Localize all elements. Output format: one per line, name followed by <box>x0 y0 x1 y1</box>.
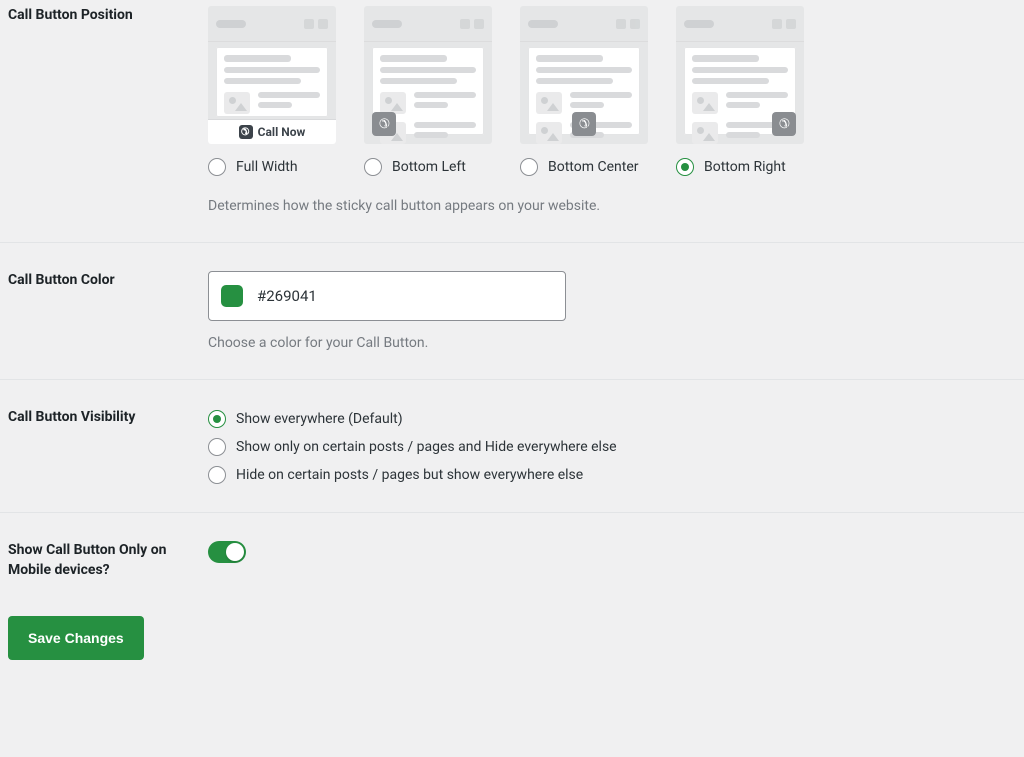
radio-show-certain-label: Show only on certain posts / pages and H… <box>236 439 617 455</box>
save-button[interactable]: Save Changes <box>8 616 144 660</box>
position-label: Call Button Position <box>8 6 208 26</box>
phone-icon: ✆ <box>372 112 396 136</box>
thumbnail-bottom-left: ✆ <box>364 6 492 144</box>
visibility-option-show-certain[interactable]: Show only on certain posts / pages and H… <box>208 438 1016 456</box>
phone-icon: ✆ <box>772 112 796 136</box>
radio-show-certain[interactable] <box>208 438 226 456</box>
radio-everywhere[interactable] <box>208 410 226 428</box>
radio-full-width-label: Full Width <box>236 159 298 175</box>
color-label: Call Button Color <box>8 271 208 291</box>
position-option-left[interactable]: ✆ Bottom Left <box>364 6 492 176</box>
color-helper: Choose a color for your Call Button. <box>208 335 1016 351</box>
radio-hide-certain-label: Hide on certain posts / pages but show e… <box>236 467 583 483</box>
radio-bottom-center[interactable] <box>520 158 538 176</box>
thumbnail-full-width: ✆ Call Now <box>208 6 336 144</box>
color-input[interactable] <box>208 271 566 321</box>
thumbnail-bottom-right: ✆ <box>676 6 804 144</box>
phone-icon: ✆ <box>572 112 596 136</box>
visibility-option-hide-certain[interactable]: Hide on certain posts / pages but show e… <box>208 466 1016 484</box>
radio-bottom-right-label: Bottom Right <box>704 159 786 175</box>
visibility-option-everywhere[interactable]: Show everywhere (Default) <box>208 410 1016 428</box>
radio-hide-certain[interactable] <box>208 466 226 484</box>
radio-full-width[interactable] <box>208 158 226 176</box>
position-option-right[interactable]: ✆ Bottom Right <box>676 6 804 176</box>
position-option-full[interactable]: ✆ Call Now Full Width <box>208 6 336 176</box>
phone-icon: ✆ <box>239 125 253 139</box>
position-option-center[interactable]: ✆ Bottom Center <box>520 6 648 176</box>
visibility-label: Call Button Visibility <box>8 408 208 428</box>
radio-bottom-left-label: Bottom Left <box>392 159 466 175</box>
radio-bottom-center-label: Bottom Center <box>548 159 638 175</box>
radio-bottom-left[interactable] <box>364 158 382 176</box>
radio-bottom-right[interactable] <box>676 158 694 176</box>
radio-everywhere-label: Show everywhere (Default) <box>236 411 403 427</box>
position-options: ✆ Call Now Full Width <box>208 6 1016 176</box>
thumbnail-bottom-center: ✆ <box>520 6 648 144</box>
color-value-field[interactable] <box>255 286 553 306</box>
mobile-only-toggle[interactable] <box>208 541 246 563</box>
mobile-only-label: Show Call Button Only on Mobile devices? <box>8 541 208 580</box>
color-swatch <box>221 285 243 307</box>
position-helper: Determines how the sticky call button ap… <box>208 198 1016 214</box>
call-now-overlay: ✆ Call Now <box>208 119 336 144</box>
call-now-text: Call Now <box>258 125 306 139</box>
